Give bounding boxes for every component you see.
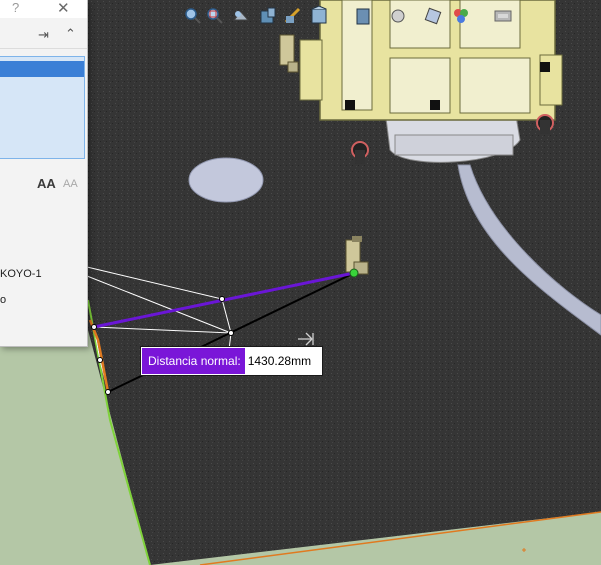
apply-scene-icon[interactable]	[451, 6, 471, 26]
panel-titlebar: ? ✕	[0, 0, 87, 18]
font-size-large-icon[interactable]: AA	[37, 176, 56, 191]
selected-list-item[interactable]	[0, 61, 84, 77]
graphics-viewport[interactable]	[0, 0, 601, 565]
zoom-to-fit-icon[interactable]	[183, 6, 203, 26]
font-size-small-icon[interactable]: AA	[63, 178, 78, 190]
previous-view-icon[interactable]	[231, 6, 251, 26]
measure-endpoint[interactable]	[349, 268, 359, 278]
hide-show-icon[interactable]	[388, 6, 408, 26]
zoom-area-icon[interactable]	[205, 6, 225, 26]
help-button[interactable]: ?	[12, 0, 19, 15]
measure-label: Distancia normal:	[142, 348, 245, 374]
ellipse-part	[188, 157, 264, 203]
property-manager-panel: ? ✕ ⇥ ⌃ AA AA KOYO-1 o	[0, 0, 88, 347]
collapse-icon[interactable]: ⌃	[65, 26, 76, 42]
entity-label: KOYO-1	[0, 268, 42, 280]
heads-up-view-toolbar	[183, 6, 518, 30]
measure-value[interactable]: 1430.28mm	[244, 348, 322, 374]
view-orientation-icon[interactable]	[309, 6, 329, 26]
edit-appearance-icon[interactable]	[423, 6, 443, 26]
dynamic-annotation-icon[interactable]	[283, 6, 303, 26]
view-settings-icon[interactable]	[493, 6, 513, 26]
section-view-icon[interactable]	[258, 6, 278, 26]
entity-label-secondary: o	[0, 294, 7, 306]
measurement-callout[interactable]: Distancia normal: 1430.28mm	[141, 347, 323, 375]
display-style-icon[interactable]	[353, 6, 373, 26]
panel-header: ⇥ ⌃	[0, 24, 87, 49]
close-button[interactable]: ✕	[57, 0, 70, 17]
selection-listbox[interactable]	[0, 56, 85, 159]
pin-icon[interactable]: ⇥	[38, 27, 49, 43]
